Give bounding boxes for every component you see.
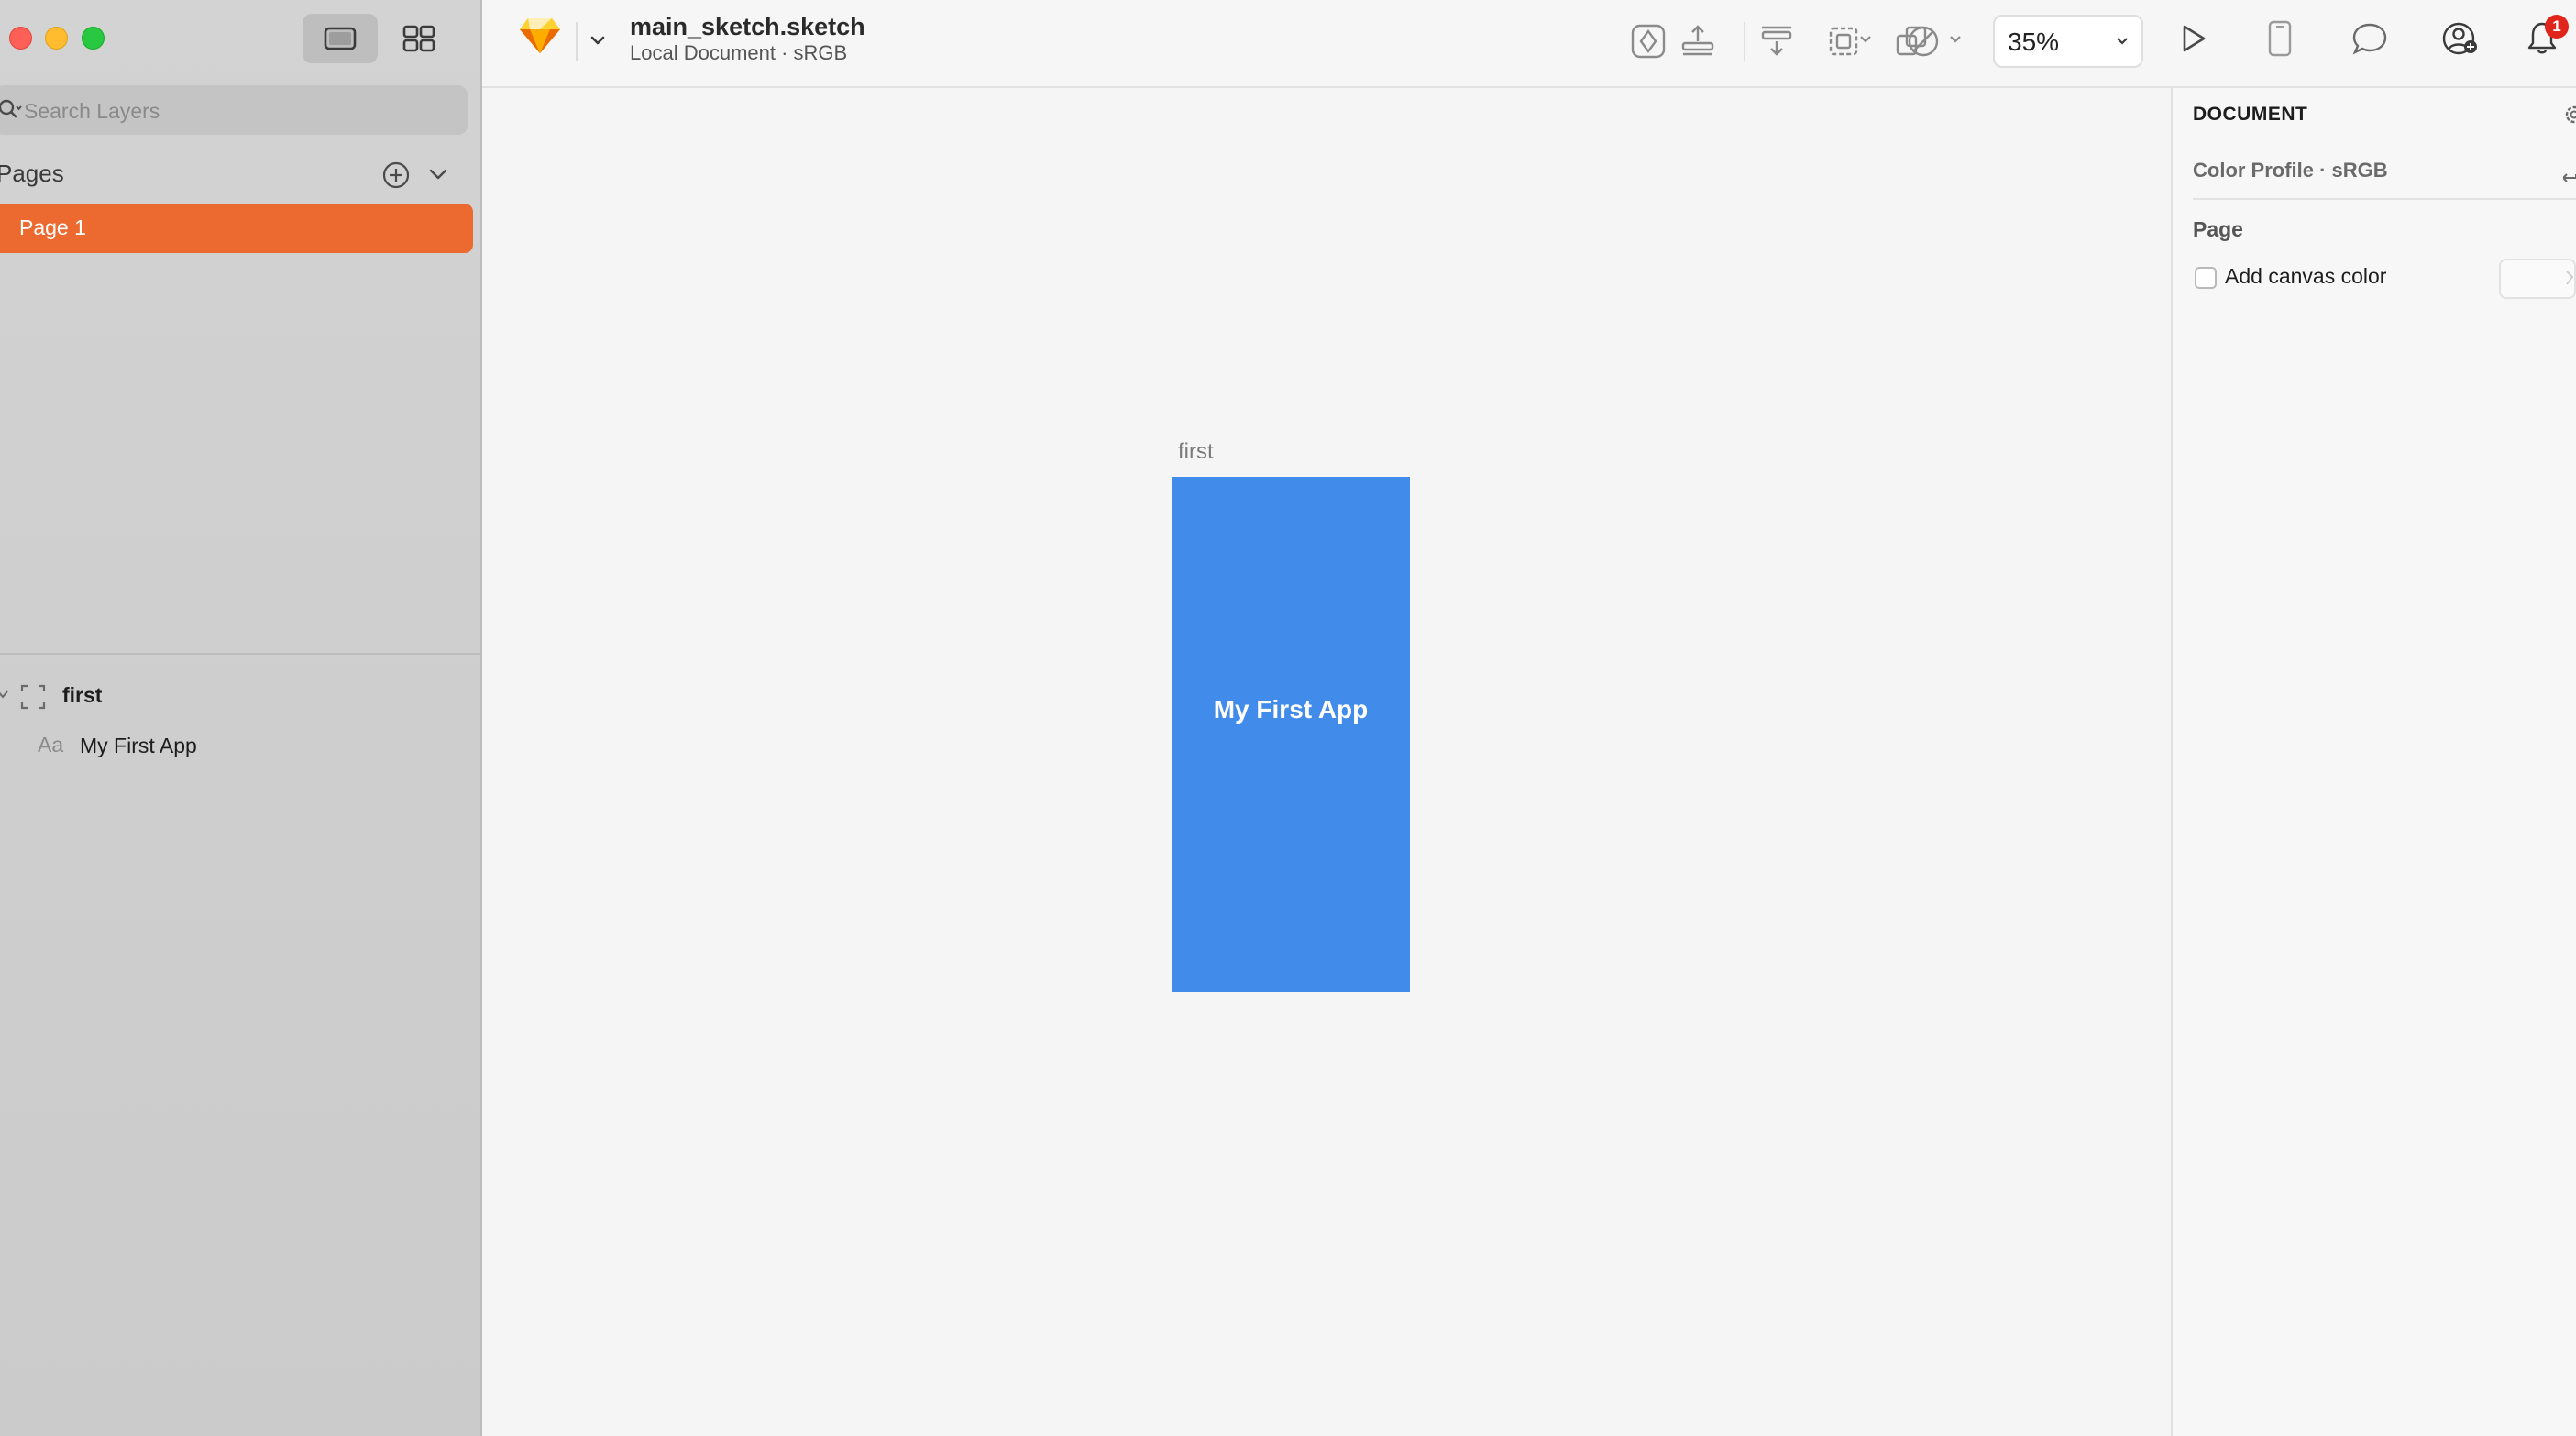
chevron-down-icon — [1950, 36, 1961, 43]
search-icon — [0, 98, 22, 127]
inspector-divider — [2193, 198, 2576, 200]
pages-section-title: Pages — [0, 160, 64, 187]
canvas-color-checkbox[interactable] — [2195, 267, 2217, 289]
canvas-color-label[interactable]: Add canvas color — [2225, 264, 2386, 289]
chevron-down-icon — [590, 36, 605, 45]
inspector-heading: DOCUMENT — [2193, 104, 2308, 125]
grid-view-toggle[interactable] — [381, 14, 457, 63]
layer-label: first — [62, 683, 103, 707]
page-item-page-1[interactable]: Page 1 — [0, 204, 473, 253]
document-settings-button[interactable] — [2561, 103, 2576, 131]
insert-icon — [1681, 25, 1714, 56]
inspector-panel: DOCUMENT Color Profile · sRGB Page Add c… — [2171, 88, 2576, 1436]
grid-view-icon — [402, 25, 435, 52]
add-page-button[interactable] — [381, 160, 411, 194]
artboard-title[interactable]: first — [1178, 439, 1214, 465]
search-layers-input[interactable] — [22, 94, 457, 128]
notification-badge: 1 — [2545, 15, 2569, 39]
add-person-icon — [2442, 22, 2477, 55]
logo-menu-button[interactable] — [589, 31, 607, 54]
insert-button[interactable] — [1677, 20, 1719, 62]
change-color-profile-button[interactable] — [2561, 161, 2576, 186]
layer-label: My First App — [80, 734, 197, 757]
layer-item-first[interactable]: first — [0, 675, 477, 715]
sidebar-divider — [0, 653, 480, 655]
window-minimize-button[interactable] — [45, 27, 68, 50]
resize-icon — [1829, 27, 1858, 56]
color-profile-label: Color Profile · sRGB — [2193, 159, 2388, 182]
document-subtitle: Local Document · sRGB — [630, 41, 848, 64]
artboard-first[interactable]: My First App — [1172, 477, 1410, 992]
phone-icon — [2268, 20, 2292, 57]
mirror-button[interactable] — [2259, 17, 2301, 60]
zoom-value: 35% — [2008, 28, 2060, 56]
chevron-down-icon — [429, 169, 447, 180]
boolean-union-icon — [1896, 26, 1927, 56]
layers-sidebar: Pages Page 1 first Aa My First App — [0, 0, 482, 1436]
disclosure-chevron-icon[interactable] — [0, 688, 9, 702]
resize-menu-button[interactable] — [1857, 31, 1874, 52]
create-symbol-button[interactable] — [1627, 20, 1669, 62]
eyedropper-icon — [2566, 271, 2574, 285]
text-layer-icon: Aa — [38, 733, 64, 757]
toolbar-separator — [1744, 22, 1745, 61]
chevron-down-icon — [1860, 36, 1871, 43]
swap-arrows-icon — [2561, 173, 2576, 182]
boolean-menu-button[interactable] — [1947, 31, 1964, 52]
chevron-down-icon — [2117, 38, 2128, 45]
document-title: main_sketch.sketch — [630, 13, 865, 40]
search-layers-box[interactable] — [0, 85, 468, 135]
artboard-text-layer[interactable]: My First App — [1172, 695, 1410, 724]
canvas[interactable]: first My First App — [482, 88, 2171, 1436]
comments-button[interactable] — [2349, 17, 2391, 60]
preview-button[interactable] — [2172, 17, 2214, 60]
pages-collapse-button[interactable] — [427, 163, 449, 190]
comment-bubble-icon — [2352, 23, 2387, 55]
share-button[interactable] — [2439, 17, 2482, 60]
page-item-label: Page 1 — [19, 215, 86, 239]
symbol-icon — [1631, 24, 1666, 59]
sketch-logo-button[interactable] — [519, 17, 561, 60]
plus-circle-icon — [382, 161, 410, 189]
single-view-toggle[interactable] — [303, 14, 378, 63]
artboard-icon — [20, 684, 46, 710]
align-icon — [1761, 26, 1792, 56]
window-close-button[interactable] — [9, 27, 32, 50]
layer-item-my-first-app[interactable]: Aa My First App — [0, 724, 477, 765]
boolean-ops-button[interactable] — [1891, 20, 1933, 62]
play-icon — [2183, 25, 2206, 52]
canvas-color-swatch[interactable] — [2499, 259, 2576, 299]
logo-separator — [576, 22, 578, 61]
align-button[interactable] — [1756, 20, 1798, 62]
zoom-select[interactable]: 35% — [1993, 15, 2143, 68]
canvas-view-icon — [324, 27, 357, 50]
diamond-logo-icon — [520, 18, 560, 53]
page-section-title: Page — [2193, 217, 2243, 241]
gear-icon — [2565, 105, 2576, 124]
window-zoom-button[interactable] — [82, 27, 105, 50]
